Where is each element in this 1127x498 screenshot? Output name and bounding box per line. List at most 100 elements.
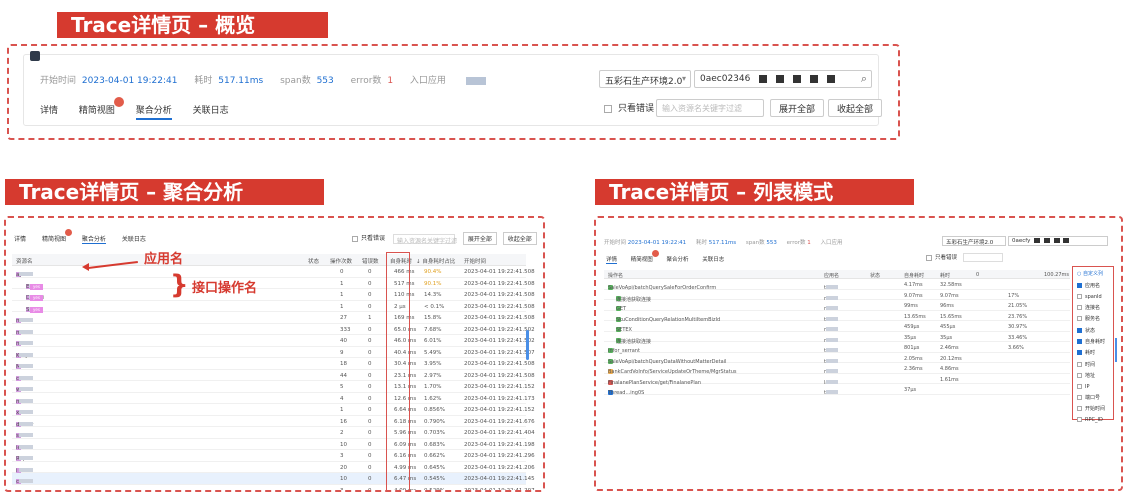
expand-all-button[interactable]: 展开全部: [770, 99, 825, 117]
table-row[interactable]: discov1606.18 ms0.790%2023-04-01 19:22:4…: [12, 416, 535, 428]
table-row[interactable]: 连接池获取连接mar9.07ms9.07ms17%: [604, 290, 1070, 303]
resource-filter-input[interactable]: [962, 253, 1003, 262]
table-row[interactable]: Anao304.09 ms0.529%2023-04-01 19:22:41.2…: [12, 485, 535, 491]
table-row[interactable]: BankCardVoInfo/ServiceUpdateOrTheme/MgrS…: [604, 363, 1070, 375]
checkbox-box[interactable]: [1077, 293, 1082, 299]
column-options: 应用名 spanId 连接名 服务名 状态 自身耗时 耗时 时间 地址 IP 端口号 开始时间 RPC_…: [1073, 280, 1113, 425]
column-option[interactable]: 自身耗时: [1073, 336, 1113, 347]
table-row[interactable]: i 20 0 4.99 ms 0.645% 2023-04-01 19:22:41.206: [12, 462, 535, 474]
column-option[interactable]: 应用名: [1073, 280, 1113, 291]
table-row[interactable]: GETmar99ms96ms21.05%: [604, 300, 1070, 312]
environment-select[interactable]: 五彩石生产环境2.0: [942, 236, 1006, 246]
tab-aggregate-analysis[interactable]: 聚合分析: [667, 255, 689, 263]
table-row[interactable]: Kuty9040.4 ms5.49%2023-04-01 19:22:41.50…: [12, 347, 535, 359]
tab-detail[interactable]: 详情: [40, 103, 58, 116]
table-row[interactable]: w5013.1 ms1.70%2023-04-01 19:22:41.152: [12, 381, 535, 393]
col-operation[interactable]: 操作名: [608, 272, 623, 279]
table-row[interactable]: Datayiyes10110 ms14.3%2023-04-01 19:22:4…: [12, 289, 535, 301]
tab-related-logs[interactable]: 关联日志: [702, 255, 724, 263]
table-row[interactable]: maint333065.0 ms7.68%2023-04-01 19:22:41…: [12, 324, 535, 336]
table-row[interactable]: 连接池获取连接mar35μs35μs33.46%: [604, 332, 1070, 345]
only-errors-checkbox[interactable]: 只看错误: [604, 101, 654, 114]
resource-filter-input[interactable]: 输入资源名关键字过滤: [392, 233, 457, 245]
col-self-time[interactable]: 自身耗时: [904, 272, 924, 279]
col-errors[interactable]: 错误数: [362, 257, 379, 265]
environment-select[interactable]: 五彩石生产环境2.0 ▾: [599, 70, 691, 88]
table-row[interactable]: Thread...ing0Ster37μs: [604, 384, 1070, 396]
search-icon[interactable]: ⌕: [861, 72, 867, 86]
table-row[interactable]: stro205.96 ms0.703%2023-04-01 19:22:41.4…: [12, 427, 535, 439]
table-row[interactable]: mon4012.6 ms1.62%2023-04-01 19:22:41.173: [12, 393, 535, 405]
col-start-time[interactable]: 开始时间: [464, 257, 486, 265]
checkbox-box[interactable]: [604, 104, 612, 113]
tab-detail[interactable]: 详情: [14, 234, 26, 243]
table-row[interactable]: SETEXmar459μs455μs30.97%: [604, 321, 1070, 333]
column-option[interactable]: 耗时: [1073, 347, 1113, 358]
tab-compact-view[interactable]: 精简视图: [79, 97, 124, 116]
column-option[interactable]: RPC_ID: [1073, 415, 1113, 425]
checkbox-box[interactable]: [1077, 283, 1082, 289]
checkbox-box[interactable]: [1077, 416, 1082, 422]
only-errors-checkbox[interactable]: [926, 254, 932, 261]
table-row[interactable]: comm1006.47 ms0.545%2023-04-01 19:22:41.…: [12, 473, 535, 485]
col-app[interactable]: 应用名: [824, 272, 839, 279]
checkbox-box[interactable]: [1077, 339, 1082, 345]
column-option[interactable]: 地址: [1073, 370, 1113, 381]
resource-filter-input[interactable]: 输入资源名关键字过滤: [656, 99, 764, 117]
column-option[interactable]: spanId: [1073, 291, 1113, 301]
checkbox-box[interactable]: [1077, 327, 1082, 333]
tab-related-logs[interactable]: 关联日志: [122, 234, 146, 243]
column-option[interactable]: 连接名: [1073, 302, 1113, 313]
column-option[interactable]: 时间: [1073, 359, 1113, 370]
table-row[interactable]: FinalanePlanService/get/FinalanePlanlasl…: [604, 374, 1070, 386]
table-row[interactable]: ms271169 ms15.8%2023-04-01 19:22:41.508: [12, 312, 535, 324]
table-row[interactable]: Infor_serranttrser801μs2.46ms3.66%: [604, 342, 1070, 354]
checkbox-box[interactable]: [1077, 350, 1082, 356]
col-status[interactable]: 状态: [870, 272, 880, 279]
table-row[interactable]: iem1006.09 ms0.683%2023-04-01 19:22:41.1…: [12, 439, 535, 451]
tab-aggregate-analysis[interactable]: 聚合分析: [135, 103, 172, 120]
tab-detail[interactable]: 详情: [606, 255, 618, 264]
checkbox-box[interactable]: [1077, 361, 1082, 367]
col-op-count[interactable]: 操作次数: [330, 257, 352, 265]
table-row[interactable]: SaleVoApi/batchQueryDataWithoutMatterDet…: [604, 353, 1070, 365]
column-settings-header[interactable]: ○ 自定义列: [1073, 267, 1113, 280]
col-total-time[interactable]: 耗时: [940, 272, 950, 279]
table-row[interactable]: c 44 0 23.1 ms 2.97% 2023-04-01 19:22:41.508: [12, 370, 535, 382]
column-option[interactable]: 开始时间: [1073, 403, 1113, 414]
col-status[interactable]: 状态: [308, 257, 319, 265]
checkbox-box[interactable]: [1077, 406, 1082, 412]
collapse-all-button[interactable]: 收起全部: [828, 99, 883, 117]
table-row[interactable]: x 1 0 6.64 ms 0.856% 2023-04-01 19:22:41.152: [12, 404, 535, 416]
scrollbar[interactable]: [1115, 338, 1117, 362]
scrollbar[interactable]: [526, 330, 529, 360]
column-option[interactable]: 服务名: [1073, 313, 1113, 324]
tab-compact-view[interactable]: 精简视图: [631, 250, 659, 263]
table-row[interactable]: ECUSyes10517 ms90.1%2023-04-01 19:22:41.…: [12, 278, 535, 290]
checkbox-box[interactable]: [1077, 383, 1082, 389]
checkbox-box[interactable]: [1077, 394, 1082, 400]
col-self-time-pct[interactable]: ↓ 自身耗时占比: [416, 257, 455, 265]
table-row[interactable]: SkuConditionQueryRelationMultiItemBizIdt…: [604, 311, 1070, 323]
tab-aggregate-analysis[interactable]: 聚合分析: [81, 234, 106, 244]
op-count: 1: [340, 280, 344, 287]
expand-all-button[interactable]: 展开全部: [462, 232, 497, 245]
only-errors-checkbox[interactable]: [352, 235, 358, 242]
checkbox-box[interactable]: [1077, 304, 1082, 310]
collapse-all-button[interactable]: 收起全部: [502, 232, 537, 245]
trace-id-input[interactable]: 0aecfy: [1008, 236, 1108, 246]
col-resource[interactable]: 资源名: [16, 257, 33, 265]
tab-compact-view[interactable]: 精简视图: [42, 229, 72, 243]
table-row[interactable]: Repo306.16 ms0.662%2023-04-01 19:22:41.2…: [12, 450, 535, 462]
table-row[interactable]: Mnt18030.4 ms3.95%2023-04-01 19:22:41.50…: [12, 358, 535, 370]
table-row[interactable]: SaleVoApi/batchQuerySaleForOrderConfirmt…: [604, 279, 1070, 291]
column-option[interactable]: 状态: [1073, 325, 1113, 336]
table-row[interactable]: Solutryes102 μs< 0.1%2023-04-01 19:22:41…: [12, 301, 535, 313]
checkbox-box[interactable]: [1077, 316, 1082, 322]
checkbox-box[interactable]: [1077, 373, 1082, 379]
table-row[interactable]: mst40046.0 ms6.01%2023-04-01 19:22:41.50…: [12, 335, 535, 347]
column-option[interactable]: 端口号: [1073, 392, 1113, 403]
column-option[interactable]: IP: [1073, 381, 1113, 391]
tab-related-logs[interactable]: 关联日志: [193, 103, 229, 116]
trace-id-input[interactable]: 0aec02346 ⌕: [694, 70, 872, 88]
